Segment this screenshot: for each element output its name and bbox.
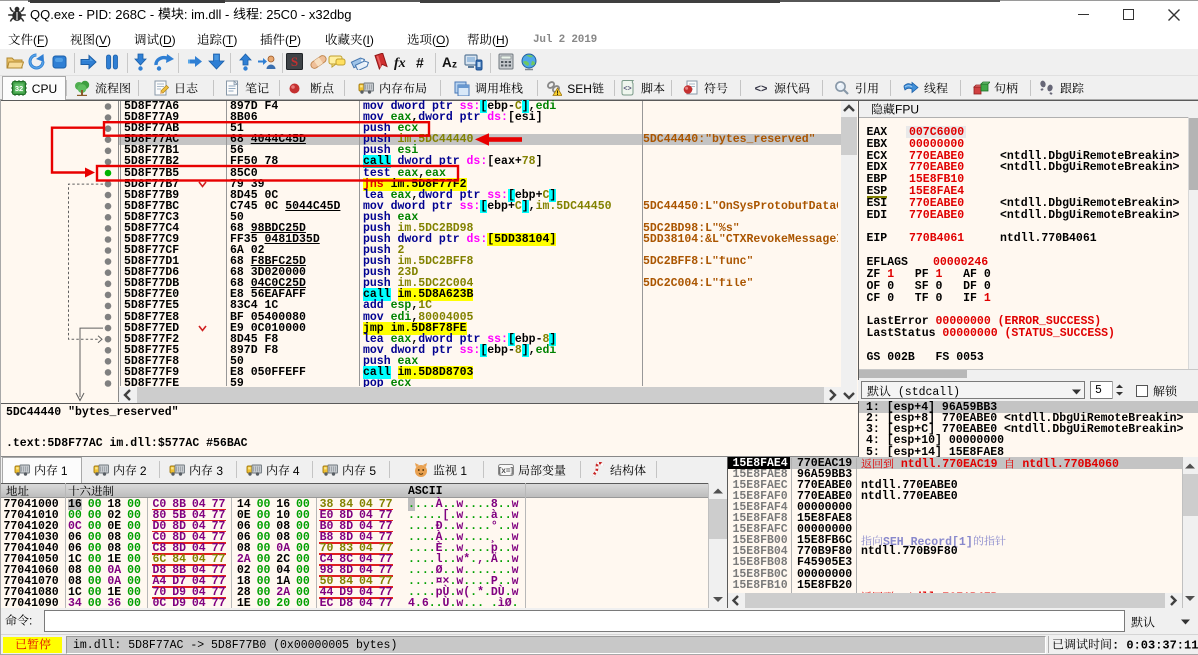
svg-text:[x=]: [x=] [498, 466, 513, 475]
svg-text:fx: fx [394, 56, 406, 70]
svg-text:S: S [291, 54, 298, 69]
svg-text:32: 32 [15, 84, 23, 93]
svg-text:<>: <> [623, 86, 631, 93]
svg-text:!: ! [557, 90, 559, 96]
svg-text:z: z [452, 60, 457, 71]
svg-text:<>: <> [754, 83, 767, 95]
svg-text:A: A [442, 55, 452, 70]
svg-text:#: # [416, 55, 424, 71]
